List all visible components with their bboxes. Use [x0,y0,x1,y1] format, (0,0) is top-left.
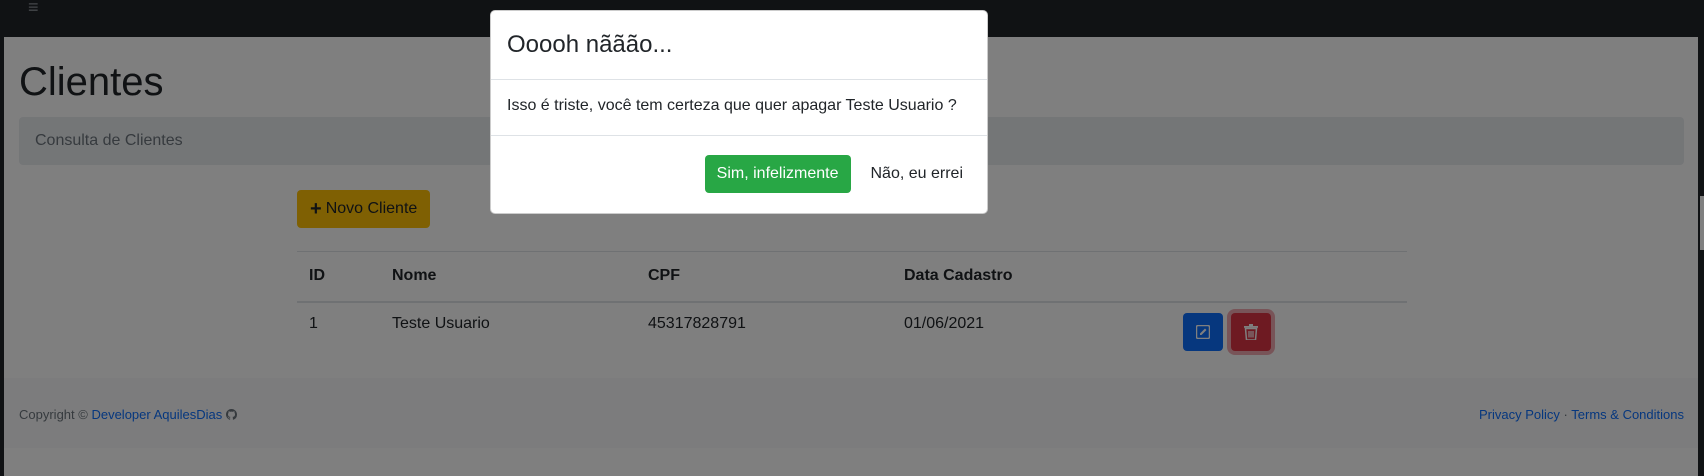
modal-body: Isso é triste, você tem certeza que quer… [491,80,987,136]
cancel-button[interactable]: Não, eu errei [859,155,976,193]
delete-confirm-modal: Ooooh nããão... Isso é triste, você tem c… [490,10,988,214]
modal-message: Isso é triste, você tem certeza que quer… [507,97,957,114]
modal-title: Ooooh nããão... [507,31,673,58]
modal-footer: Sim, infelizmente Não, eu errei [491,136,987,193]
confirm-delete-button[interactable]: Sim, infelizmente [704,155,851,193]
modal-header: Ooooh nããão... [491,11,987,80]
